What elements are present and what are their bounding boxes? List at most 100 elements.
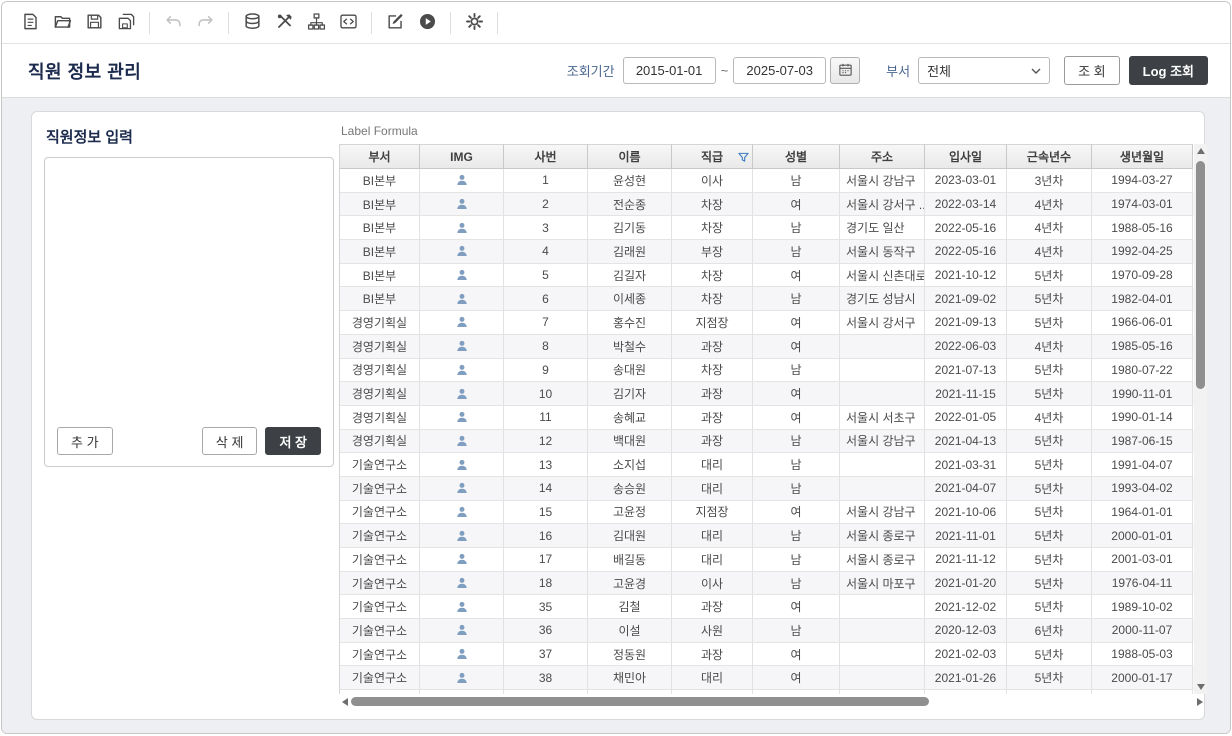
edit-button[interactable]	[381, 9, 409, 37]
save-all-button[interactable]	[112, 9, 140, 37]
table-cell: 5	[504, 264, 588, 288]
horizontal-scroll-thumb[interactable]	[351, 697, 929, 706]
table-row[interactable]: 경영기획실8박철수과장여2022-06-034년차1985-05-16	[340, 335, 1194, 359]
column-header-4[interactable]: 이름	[588, 144, 672, 169]
undo-button[interactable]	[159, 9, 187, 37]
table-cell-img	[420, 572, 504, 596]
table-cell: 남	[753, 524, 840, 548]
main-panel: 직원정보 입력 추 가 삭 제 저 장 Label Formula 부서IMG사…	[31, 111, 1205, 720]
table-cell: 서울시 종로구	[840, 548, 925, 572]
table-cell: 5년차	[1007, 264, 1092, 288]
scroll-up-arrow[interactable]	[1194, 144, 1207, 158]
column-header-5[interactable]: 직급	[672, 144, 753, 169]
table-row[interactable]: 경영기획실9송대원차장남2021-07-135년차1980-07-22	[340, 359, 1194, 383]
dept-select[interactable]: 전체	[918, 57, 1050, 84]
code-button[interactable]	[334, 9, 362, 37]
vertical-scroll-thumb[interactable]	[1196, 161, 1205, 389]
table-cell: 과장	[672, 406, 753, 430]
sitemap-button[interactable]	[302, 9, 330, 37]
table-row[interactable]: 기술연구소16김대원대리남서울시 종로구2021-11-015년차2000-01…	[340, 524, 1194, 548]
table-row[interactable]: 기술연구소38채민아대리여2021-01-265년차2000-01-17	[340, 666, 1194, 690]
new-document-button[interactable]	[16, 9, 44, 37]
table-row[interactable]: BI본부4김래원부장남서울시 동작구2022-05-164년차1992-04-2…	[340, 240, 1194, 264]
table-row[interactable]: BI본부3김기동차장남경기도 일산2022-05-164년차1988-05-16	[340, 216, 1194, 240]
table-row[interactable]: BI본부1윤성현이사남서울시 강남구2023-03-013년차1994-03-2…	[340, 169, 1194, 193]
column-header-3[interactable]: 사번	[504, 144, 588, 169]
table-cell: 2021-03-31	[925, 453, 1007, 477]
horizontal-scrollbar[interactable]	[339, 695, 1206, 708]
table-row[interactable]: 기술연구소37정동원과장여2021-02-035년차1988-05-03	[340, 643, 1194, 667]
table-row[interactable]: BI본부2전순종차장여서울시 강서구 ...2022-03-144년차1974-…	[340, 193, 1194, 217]
date-from-input[interactable]	[623, 57, 716, 84]
table-cell: 남	[753, 359, 840, 383]
table-row[interactable]: 경영기획실7홍수진지점장여서울시 강서구2021-09-135년차1966-06…	[340, 311, 1194, 335]
table-row[interactable]: 기술연구소36이설사원남2020-12-036년차2000-11-07	[340, 619, 1194, 643]
table-row[interactable]: 기술연구소18고윤경이사남서울시 마포구2021-01-205년차1976-04…	[340, 572, 1194, 596]
vertical-scrollbar[interactable]	[1194, 144, 1207, 694]
table-row[interactable]: 기술연구소35김철과장여2021-12-025년차1989-10-02	[340, 595, 1194, 619]
column-header-1[interactable]: 부서	[340, 144, 420, 169]
table-cell: 6	[504, 287, 588, 311]
database-button[interactable]	[238, 9, 266, 37]
dept-label: 부서	[886, 61, 910, 80]
table-cell-img	[420, 453, 504, 477]
table-cell-img	[420, 287, 504, 311]
table-row[interactable]: 기술연구소17배길동대리남서울시 종로구2021-11-125년차2001-03…	[340, 548, 1194, 572]
employee-input-section: 직원정보 입력 추 가 삭 제 저 장	[44, 120, 334, 709]
employee-input-title: 직원정보 입력	[46, 126, 334, 147]
table-cell: 13	[504, 453, 588, 477]
table-cell: 1989-10-02	[1092, 595, 1193, 619]
column-header-9[interactable]: 근속년수	[1007, 144, 1092, 169]
table-row[interactable]: 기술연구소13소지섭대리남2021-03-315년차1991-04-07	[340, 453, 1194, 477]
table-header-row: 부서IMG사번이름직급성별주소입사일근속년수생년월일	[340, 144, 1194, 169]
column-header-2[interactable]: IMG	[420, 144, 504, 169]
delete-button[interactable]: 삭 제	[202, 427, 258, 455]
table-cell: 7	[504, 311, 588, 335]
table-row[interactable]: BI본부5김길자차장여서울시 신촌대로2021-10-125년차1970-09-…	[340, 264, 1194, 288]
column-header-8[interactable]: 입사일	[925, 144, 1007, 169]
save-icon	[85, 12, 104, 34]
table-cell: 17	[504, 548, 588, 572]
table-cell: 4년차	[1007, 406, 1092, 430]
add-button[interactable]: 추 가	[57, 427, 113, 455]
log-search-button[interactable]: Log 조회	[1129, 56, 1208, 85]
save-button[interactable]	[80, 9, 108, 37]
table-cell: 9	[504, 359, 588, 383]
table-cell: 송승원	[588, 477, 672, 501]
table-cell-img	[420, 240, 504, 264]
table-cell: 남	[753, 572, 840, 596]
column-header-7[interactable]: 주소	[840, 144, 925, 169]
person-icon	[455, 647, 469, 661]
table-row[interactable]: 경영기획실11송혜교과장여서울시 서초구2022-01-054년차1990-01…	[340, 406, 1194, 430]
search-controls: 조회기간 ~ 부서 전체 조 회 Log 조회	[567, 56, 1208, 85]
scroll-down-arrow[interactable]	[1194, 680, 1207, 694]
tools-button[interactable]	[270, 9, 298, 37]
filter-icon[interactable]	[738, 152, 749, 166]
date-to-input[interactable]	[733, 57, 826, 84]
scroll-right-arrow[interactable]	[1194, 695, 1206, 708]
table-cell: 서울시 종로구	[840, 524, 925, 548]
play-button[interactable]	[413, 9, 441, 37]
calendar-button[interactable]	[830, 57, 860, 84]
column-header-6[interactable]: 성별	[753, 144, 840, 169]
table-cell: 과장	[672, 430, 753, 454]
table-cell: 경영기획실	[340, 382, 420, 406]
table-row[interactable]: 경영기획실12백대원과장남서울시 강남구2021-04-135년차1987-06…	[340, 430, 1194, 454]
table-row[interactable]: BI본부6이세종차장남경기도 성남시2021-09-025년차1982-04-0…	[340, 287, 1194, 311]
search-button[interactable]: 조 회	[1064, 56, 1120, 85]
table-cell: 1990-11-01	[1092, 382, 1193, 406]
table-row[interactable]: 기술연구소14송승원대리남2021-04-075년차1993-04-02	[340, 477, 1194, 501]
table-row[interactable]: 경영기획실10김기자과장여2021-11-155년차1990-11-01	[340, 382, 1194, 406]
gear-button[interactable]	[460, 9, 488, 37]
table-cell-img	[420, 477, 504, 501]
open-folder-button[interactable]	[48, 9, 76, 37]
scroll-left-arrow[interactable]	[339, 695, 351, 708]
table-row[interactable]: 기술연구소15고윤정지점장여서울시 강남구2021-10-065년차1964-0…	[340, 501, 1194, 525]
table-cell-img	[420, 666, 504, 690]
redo-button[interactable]	[191, 9, 219, 37]
table-cell	[840, 643, 925, 667]
table-cell: 2022-01-05	[925, 406, 1007, 430]
table-cell: 5년차	[1007, 311, 1092, 335]
column-header-10[interactable]: 생년월일	[1092, 144, 1193, 169]
save-button[interactable]: 저 장	[265, 427, 321, 455]
